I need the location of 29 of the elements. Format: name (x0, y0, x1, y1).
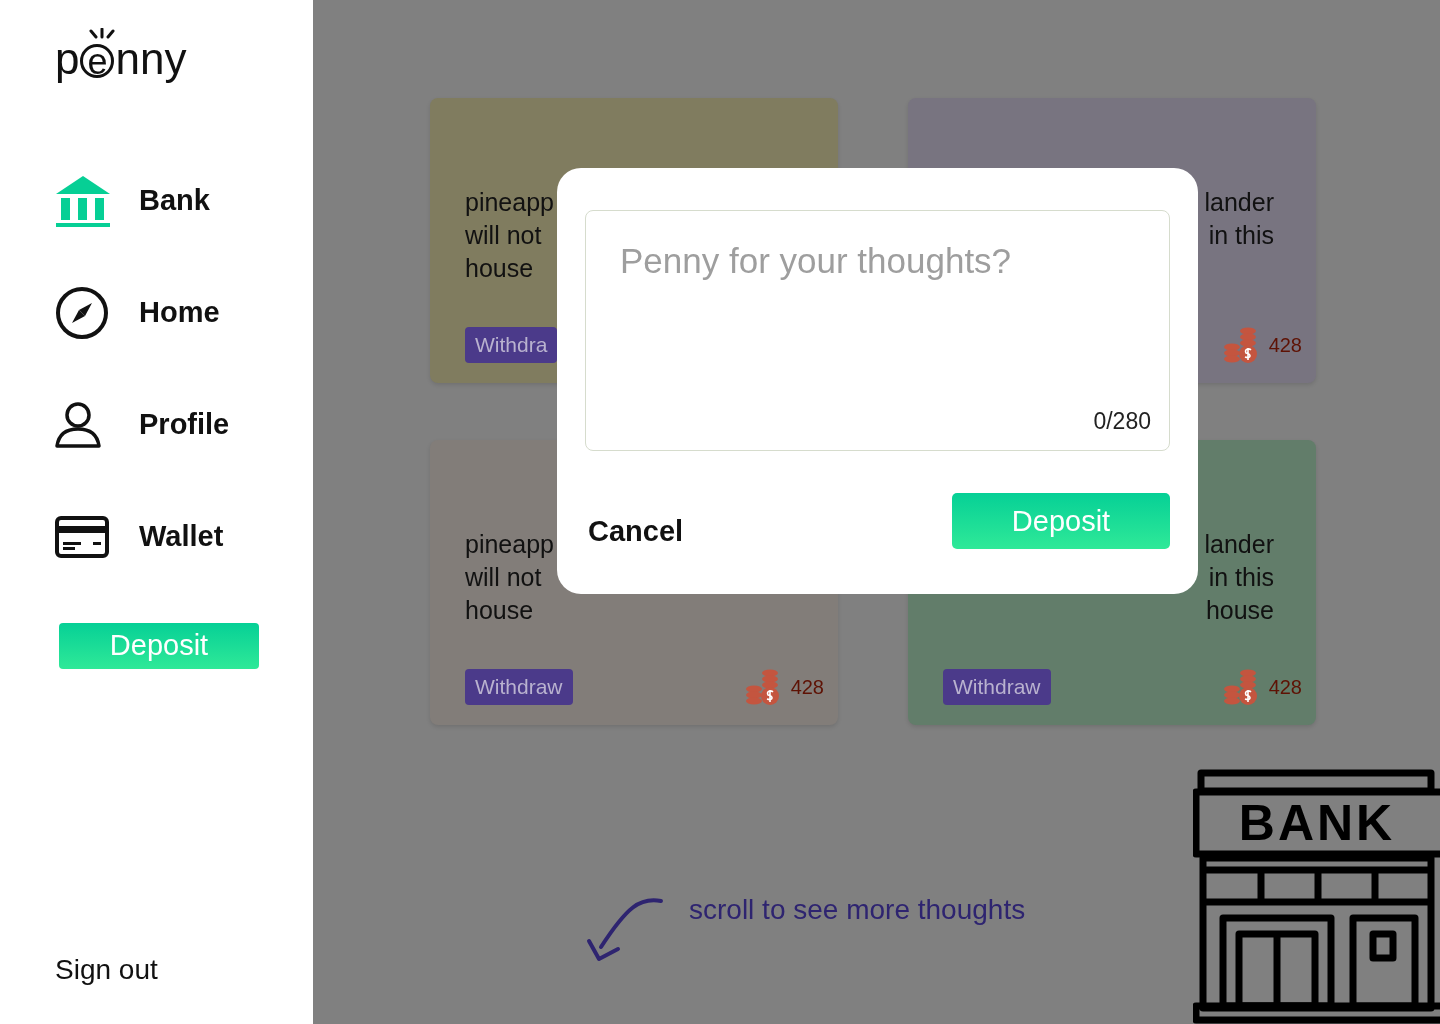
thought-text: pineapp (465, 530, 554, 558)
coins-icon (1222, 327, 1259, 363)
nav-item[interactable]: Bank (139, 184, 210, 218)
scroll-hint: scroll to see more thoughts (689, 893, 1026, 927)
coins-icon (744, 669, 781, 705)
bank-building-drawing: BANK (1193, 768, 1440, 1024)
nav-item[interactable]: Wallet (139, 520, 224, 554)
thought-text: house (465, 596, 534, 624)
nav-item[interactable]: Home (139, 296, 220, 330)
withdraw-button[interactable]: Withdraw (465, 669, 573, 705)
thought-text: house (465, 254, 534, 282)
thought-text: in this (1208, 563, 1274, 591)
withdraw-button[interactable]: Withdraw (943, 669, 1051, 705)
thought-text: in this (1208, 221, 1274, 249)
thought-text: will not (465, 221, 542, 249)
thought-text: pineapp (465, 188, 554, 216)
coin-count: 428 (1268, 333, 1302, 357)
withdraw-button[interactable]: Withdra (465, 327, 558, 363)
coins-icon (1222, 669, 1259, 705)
coin-count: 428 (1268, 675, 1302, 699)
thought-text: lander (1204, 188, 1274, 216)
sign-out-link[interactable]: Sign out (55, 954, 158, 986)
thought-text: will not (465, 563, 542, 591)
cancel-button[interactable]: Cancel (588, 515, 684, 548)
coin-count: 428 (790, 675, 824, 699)
thought-text: lander (1204, 530, 1274, 558)
nav-item[interactable]: Profile (139, 408, 230, 442)
thought-text: house (1205, 596, 1274, 624)
character-counter: 0/280 (1093, 408, 1151, 435)
